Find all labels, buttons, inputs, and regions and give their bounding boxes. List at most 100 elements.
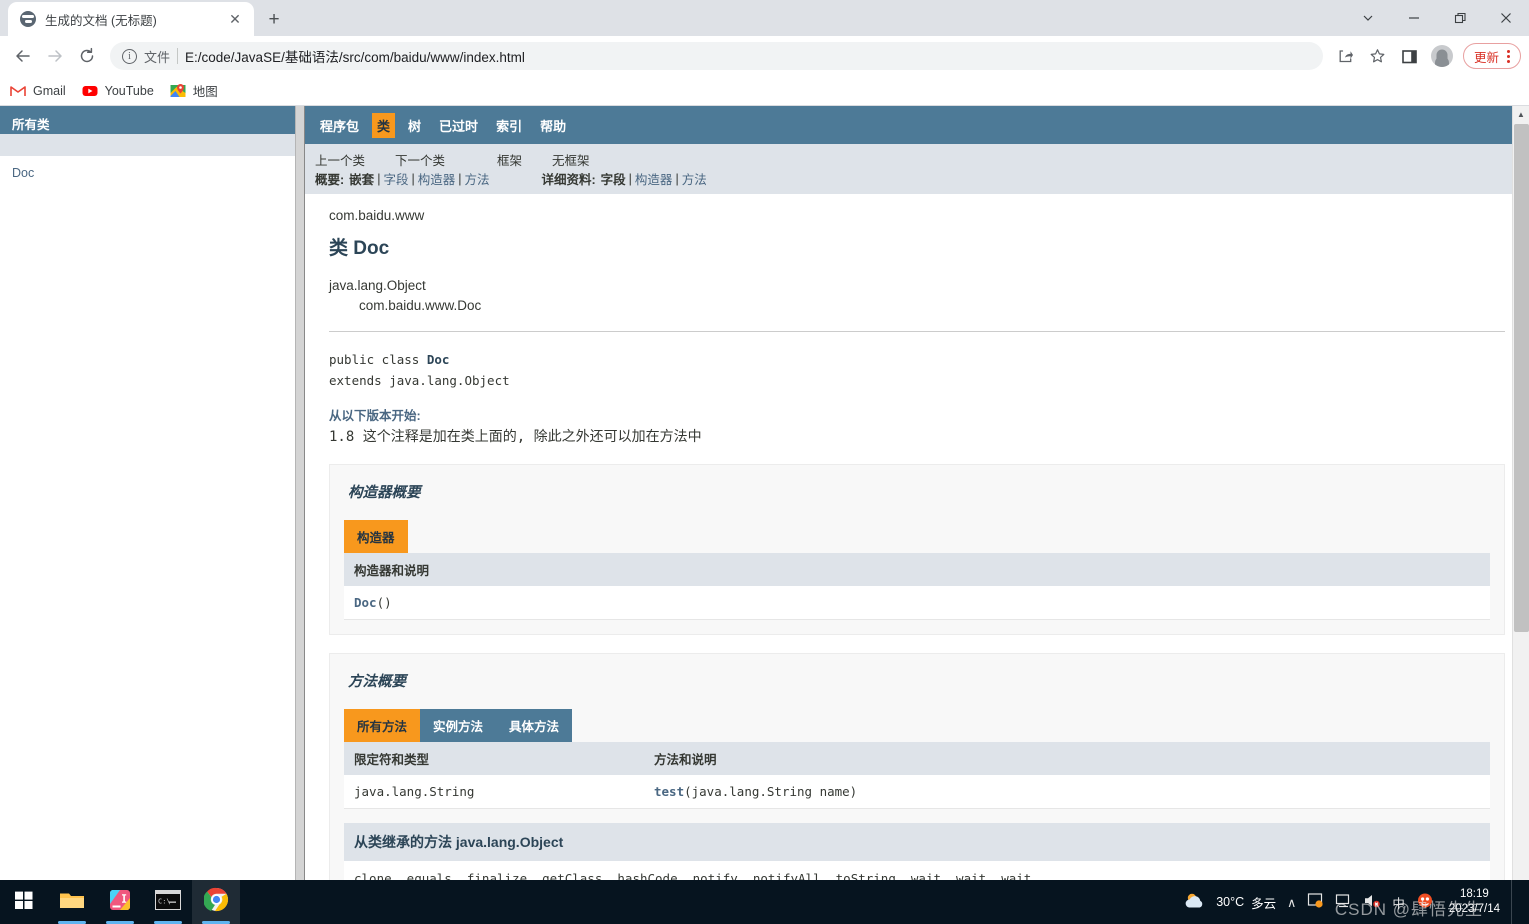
nav-deprecated[interactable]: 已过时 (434, 113, 483, 138)
windows-logo-icon (14, 890, 34, 915)
no-frames-link[interactable]: 无框架 (552, 150, 590, 169)
window-controls (1345, 0, 1529, 36)
subnav-row-2: 概要: 嵌套 | 字段 | 构造器 | 方法 详细资料: 字段 | 构造器 | (315, 169, 1519, 188)
tab-instance-methods[interactable]: 实例方法 (420, 709, 497, 743)
package-name: com.baidu.www (329, 208, 425, 223)
new-tab-button[interactable]: + (260, 5, 288, 33)
tab-strip: 生成的文档 (无标题) ✕ + (0, 0, 1345, 36)
tab-constructors[interactable]: 构造器 (344, 520, 408, 554)
globe-icon (20, 11, 36, 27)
bookmark-gmail[interactable]: Gmail (10, 83, 66, 99)
browser-window: 生成的文档 (无标题) ✕ + i 文件 E:/code/JavaSE/基础语法… (0, 0, 1529, 924)
file-explorer-button[interactable] (48, 880, 96, 924)
col-method-and-description: 方法和说明 (644, 742, 1490, 776)
kebab-menu-icon[interactable] (1503, 49, 1514, 63)
browser-toolbar: i 文件 E:/code/JavaSE/基础语法/src/com/baidu/w… (0, 36, 1529, 76)
reload-icon[interactable] (72, 41, 102, 71)
javadoc-sub-nav: 上一个类 下一个类 框架 无框架 概要: 嵌套 | 字段 | 构造器 | 方法 … (305, 144, 1529, 194)
tab-search-icon[interactable] (1345, 2, 1391, 34)
back-icon[interactable] (8, 41, 38, 71)
maximize-icon[interactable] (1437, 2, 1483, 34)
avatar[interactable] (1427, 41, 1457, 71)
all-classes-list: Doc (0, 156, 295, 190)
volume-muted-icon[interactable] (1363, 892, 1381, 912)
table-header-row: 构造器和说明 (344, 553, 1490, 587)
javadoc-body: com.baidu.www 类 Doc java.lang.Object com… (305, 194, 1529, 894)
nav-packages[interactable]: 程序包 (315, 113, 364, 138)
scrollbar-thumb[interactable] (1514, 124, 1529, 632)
start-button[interactable] (0, 880, 48, 924)
bookmark-youtube[interactable]: YouTube (82, 83, 154, 99)
declaration-extends: extends java.lang.Object (329, 372, 510, 388)
forward-icon[interactable] (40, 41, 70, 71)
network-icon[interactable] (1307, 892, 1324, 912)
bookmark-label: YouTube (104, 83, 154, 98)
nav-help[interactable]: 帮助 (535, 113, 571, 138)
constructor-summary-title: 构造器概要 (348, 485, 421, 502)
tab-concrete-methods[interactable]: 具体方法 (496, 709, 573, 743)
summary-constructor[interactable]: 构造器 (418, 169, 456, 188)
browser-tab[interactable]: 生成的文档 (无标题) ✕ (8, 2, 254, 36)
inherited-prefix: 从类继承的方法 (354, 834, 456, 851)
class-hierarchy: java.lang.Object com.baidu.www.Doc (329, 276, 1505, 315)
constructor-tabs: 构造器 (344, 520, 1490, 554)
update-button[interactable]: 更新 (1462, 43, 1521, 69)
tray-app-icon[interactable] (1416, 892, 1434, 912)
system-tray: ∧ 中 (1287, 892, 1434, 912)
close-window-icon[interactable] (1483, 2, 1529, 34)
clock[interactable]: 18:19 2023/7/14 (1445, 887, 1500, 917)
next-class-link[interactable]: 下一个类 (395, 150, 445, 169)
frames-link[interactable]: 框架 (497, 150, 522, 169)
javadoc-top-nav: 程序包 类 树 已过时 索引 帮助 (305, 106, 1529, 144)
command-prompt-button[interactable]: C:\ (144, 880, 192, 924)
table-row: Doc() (344, 586, 1490, 621)
weather-widget[interactable]: 30°C 多云 (1183, 891, 1276, 914)
bookmarks-bar: Gmail YouTube 地图 (0, 76, 1529, 106)
bookmark-maps[interactable]: 地图 (170, 81, 218, 100)
tray-overflow-icon[interactable]: ∧ (1287, 895, 1296, 910)
share-icon[interactable] (1331, 41, 1361, 71)
summary-field[interactable]: 字段 (383, 169, 408, 188)
chrome-icon (202, 887, 229, 917)
constructor-link[interactable]: Doc (354, 595, 377, 610)
side-panel-icon[interactable] (1395, 41, 1425, 71)
weather-temperature: 30°C (1216, 895, 1245, 909)
method-summary-title: 方法概要 (348, 674, 406, 691)
detail-label: 详细资料: (541, 173, 596, 187)
inherited-class: java.lang.Object (455, 834, 564, 851)
prev-class-link[interactable]: 上一个类 (315, 150, 365, 169)
address-bar[interactable]: i 文件 E:/code/JavaSE/基础语法/src/com/baidu/w… (110, 42, 1323, 70)
close-icon[interactable]: ✕ (226, 10, 244, 28)
bookmark-label: Gmail (33, 83, 66, 98)
page-scrollbar[interactable]: ▲ ▼ (1512, 106, 1529, 894)
javadoc-content-frame: 程序包 类 树 已过时 索引 帮助 上一个类 下一个类 框架 无框架 概要: 嵌… (305, 106, 1529, 894)
intellij-idea-button[interactable] (96, 880, 144, 924)
method-link[interactable]: test (654, 784, 684, 799)
method-signature: (java.lang.String name) (684, 784, 858, 800)
frame-divider[interactable] (295, 106, 305, 894)
url-text: E:/code/JavaSE/基础语法/src/com/baidu/www/in… (185, 50, 525, 65)
detail-constructor[interactable]: 构造器 (635, 169, 673, 188)
tab-all-methods[interactable]: 所有方法 (344, 709, 421, 743)
nav-tree[interactable]: 树 (403, 113, 426, 138)
ime-indicator[interactable]: 中 (1392, 893, 1405, 912)
display-icon[interactable] (1335, 892, 1352, 912)
detail-method[interactable]: 方法 (682, 169, 707, 188)
site-info-icon[interactable]: i (122, 48, 137, 64)
minimize-icon[interactable] (1391, 2, 1437, 34)
idea-icon (108, 888, 132, 917)
nav-index[interactable]: 索引 (491, 113, 527, 138)
summary-nested: 嵌套 (349, 173, 375, 187)
summary-method[interactable]: 方法 (464, 169, 489, 188)
sidebar-header: 所有类 (0, 106, 295, 134)
method-summary-block: 方法概要 所有方法 实例方法 具体方法 限定符和类型 方法和说明 java.la… (329, 653, 1505, 894)
clock-time: 18:19 (1460, 888, 1489, 901)
terminal-icon: C:\ (155, 889, 181, 915)
star-icon[interactable] (1363, 41, 1393, 71)
sidebar-item-doc[interactable]: Doc (12, 166, 283, 180)
tab-strip-bar: 生成的文档 (无标题) ✕ + (0, 0, 1529, 36)
scroll-up-icon[interactable]: ▲ (1513, 106, 1529, 123)
google-chrome-button[interactable] (192, 880, 240, 924)
show-desktop-button[interactable] (1511, 880, 1517, 924)
nav-class[interactable]: 类 (372, 112, 396, 138)
